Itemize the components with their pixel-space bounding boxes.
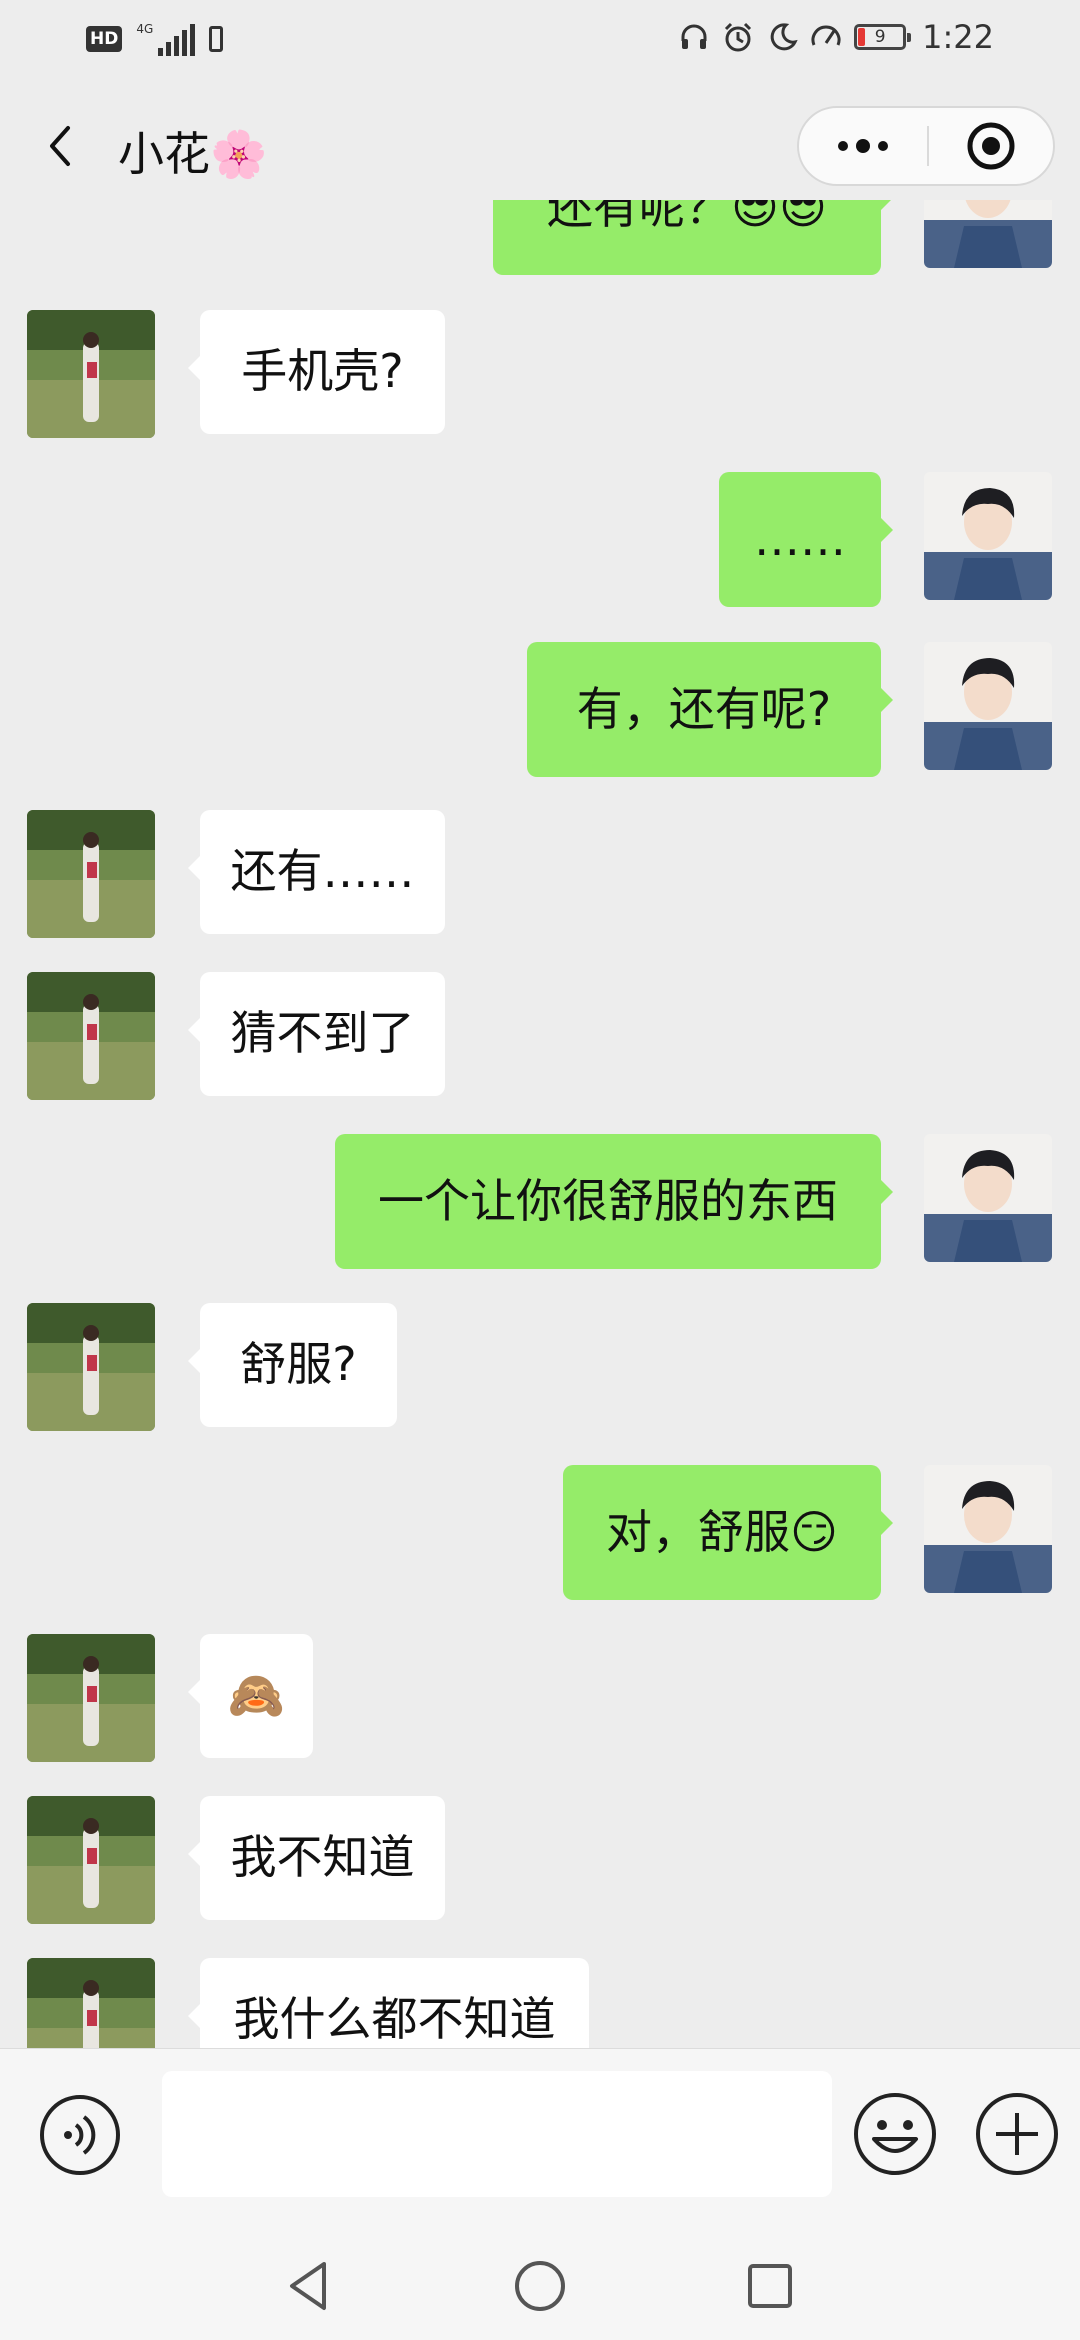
message-bubble[interactable]: 猜不到了 [188,972,445,1096]
message-bubble[interactable]: 我不知道 [188,1796,445,1920]
clock: 1:22 [922,18,994,56]
avatar-contact[interactable] [27,972,155,1100]
message-text: 还有…… [230,844,415,899]
message-text: 手机壳? [241,344,404,399]
more-button[interactable] [799,108,927,184]
message-bubble[interactable]: 我什么都不知道 [188,1958,589,2048]
avatar-contact[interactable] [27,1796,155,1924]
network-type: 4G [136,22,154,36]
avatar-me[interactable] [924,642,1052,770]
input-bar [0,2048,1080,2235]
message-bubble[interactable]: 还有…… [188,810,445,934]
message-text: 有，还有呢? [576,681,832,736]
nav-recents-icon[interactable] [738,2254,802,2318]
mini-program-capsule [797,106,1055,186]
close-button[interactable] [929,108,1053,184]
message-text: 我不知道 [230,1830,415,1885]
message-text: 舒服? [240,1337,357,1392]
message-text: 猜不到了 [230,1006,415,1061]
avatar-me[interactable] [924,472,1052,600]
sim-icon [209,26,224,52]
message-bubble[interactable]: 舒服? [188,1303,397,1427]
message-list[interactable]: 还有呢？😎😎 手机壳? …… 有，还有呢? 还有…… 猜不到了 一个让你很舒服的… [0,200,1080,2048]
avatar-me[interactable] [924,1465,1052,1593]
nav-back-icon[interactable] [278,2254,342,2318]
voice-icon[interactable] [38,2093,122,2177]
avatar-contact[interactable] [27,810,155,938]
message-text: 🙈 [227,1668,286,1723]
avatar-contact[interactable] [27,310,155,438]
message-bubble[interactable]: 一个让你很舒服的东西 [335,1134,893,1269]
message-text: 我什么都不知道 [233,1992,556,2047]
alarm-icon [725,22,752,52]
target-circle-icon [967,122,1015,170]
message-text: 一个让你很舒服的东西 [378,1173,838,1228]
message-text: 还有呢？😎😎 [547,200,827,234]
smiley-icon[interactable] [852,2091,938,2177]
message-text: …… [754,511,846,566]
message-bubble[interactable]: 手机壳? [188,310,445,434]
status-bar: HD 4G 9 1:22 [0,0,1080,80]
avatar-contact[interactable] [27,1634,155,1762]
message-input[interactable] [162,2071,832,2197]
message-bubble[interactable]: 还有呢？😎😎 [493,200,893,275]
speed-gauge-icon [811,25,841,46]
hd-voice-icon: HD [86,26,123,52]
chat-title: 小花🌸 [118,127,268,181]
headphones-icon [681,24,707,49]
plus-circle-icon[interactable] [974,2091,1060,2177]
message-bubble[interactable]: 🙈 [188,1634,313,1758]
chevron-left-icon[interactable] [36,116,86,176]
avatar-contact[interactable] [27,1303,155,1431]
battery-level: 9 [874,27,886,47]
chat-header: 小花🌸 [0,96,1080,196]
status-left: HD 4G [86,22,224,56]
nav-home-icon[interactable] [508,2254,572,2318]
avatar-me[interactable] [924,200,1052,268]
cellular-signal-icon: 4G [136,22,196,56]
message-bubble[interactable]: 有，还有呢? [527,642,893,777]
status-right: 9 1:22 [678,18,994,56]
message-bubble[interactable]: …… [719,472,893,607]
avatar-me[interactable] [924,1134,1052,1262]
avatar-contact[interactable] [27,1958,155,2048]
battery-icon: 9 [854,24,912,50]
system-nav-bar [0,2234,1080,2340]
moon-icon [770,23,798,51]
more-dots-icon [838,139,888,153]
message-text: 对，舒服😏 [606,1504,838,1559]
message-bubble[interactable]: 对，舒服😏 [563,1465,893,1600]
